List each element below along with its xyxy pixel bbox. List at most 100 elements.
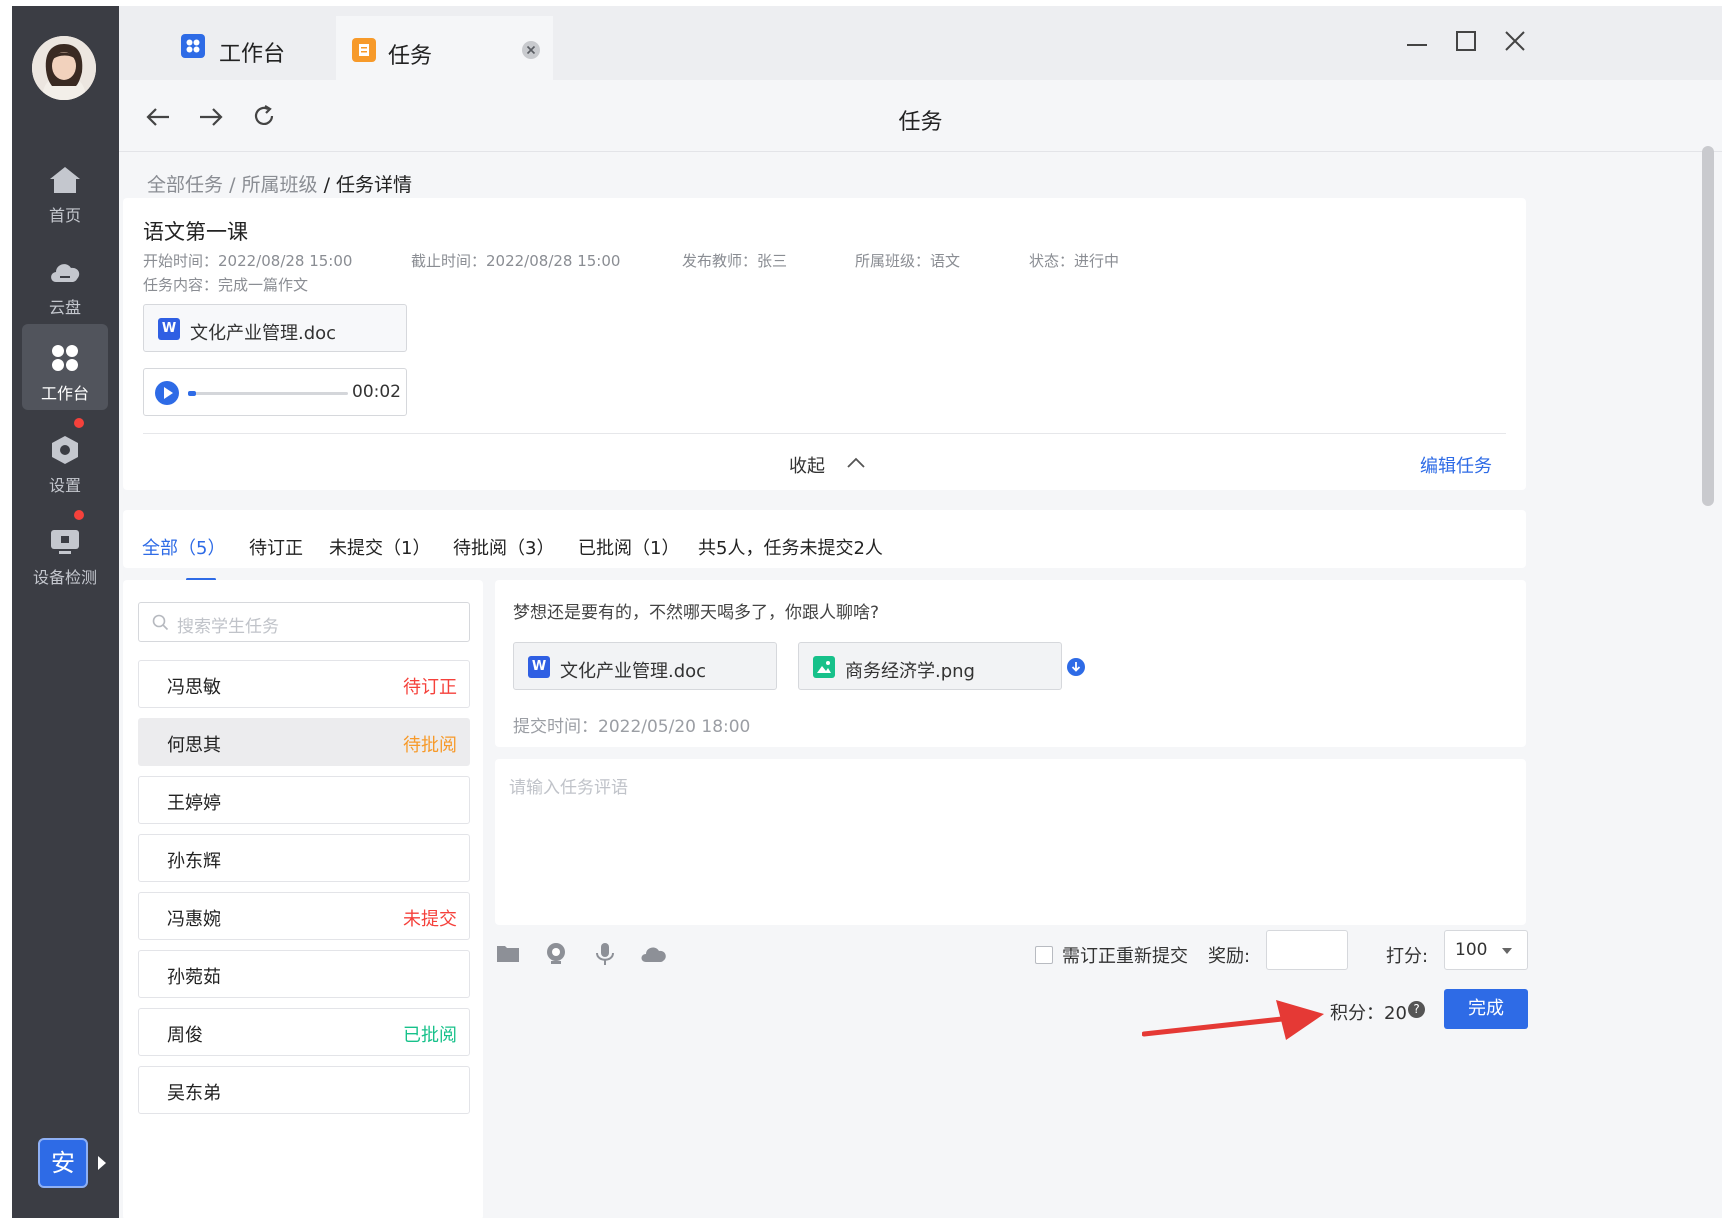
camera-icon[interactable] bbox=[545, 942, 567, 966]
play-icon[interactable] bbox=[155, 381, 179, 405]
reward-input[interactable] bbox=[1266, 930, 1348, 970]
sidebar-item-label: 设备检测 bbox=[32, 568, 97, 587]
student-name: 冯思敏 bbox=[167, 677, 221, 698]
help-icon[interactable]: ? bbox=[1408, 1001, 1425, 1018]
breadcrumb-link[interactable]: 全部任务 bbox=[147, 174, 223, 196]
submission-file[interactable]: W 文化产业管理.doc bbox=[513, 642, 777, 690]
download-icon[interactable] bbox=[1067, 658, 1085, 676]
tab-label: 工作台 bbox=[219, 42, 286, 67]
expand-arrow-icon[interactable] bbox=[98, 1156, 106, 1170]
filter-summary: 共5人，任务未提交2人 bbox=[698, 538, 883, 559]
breadcrumb-separator: / bbox=[323, 174, 330, 196]
page-title: 任务 bbox=[898, 110, 943, 135]
audio-time: 00:02 bbox=[352, 382, 401, 402]
app-window: 首页 云盘 工作台 设置 设备检测 安 工作台 任务 任务 全部任务 / 所属班… bbox=[12, 6, 1722, 1218]
task-icon bbox=[352, 38, 376, 62]
task-teacher: 发布教师：张三 bbox=[682, 252, 788, 270]
sidebar-item-home[interactable]: 首页 bbox=[22, 146, 108, 232]
sidebar-item-label: 首页 bbox=[48, 206, 81, 225]
home-icon bbox=[50, 167, 80, 193]
score-label: 打分: bbox=[1386, 946, 1429, 967]
folder-icon[interactable] bbox=[496, 942, 520, 964]
score-select[interactable]: 100 bbox=[1444, 930, 1528, 970]
workbench-icon bbox=[181, 34, 205, 58]
chevron-down-icon bbox=[1502, 948, 1512, 954]
user-avatar[interactable] bbox=[32, 36, 96, 100]
word-doc-icon: W bbox=[158, 318, 180, 340]
tab-task[interactable]: 任务 bbox=[336, 16, 553, 80]
student-name: 周俊 bbox=[167, 1025, 203, 1046]
attachment-file[interactable]: W 文化产业管理.doc bbox=[143, 304, 407, 352]
points-label: 积分： bbox=[1330, 1003, 1384, 1024]
task-end-time: 截止时间：2022/08/28 15:00 bbox=[411, 252, 621, 270]
student-status: 已批阅 bbox=[403, 1025, 457, 1046]
filter-tab-all[interactable]: 全部（5） bbox=[142, 534, 225, 581]
cloud-icon bbox=[51, 264, 80, 282]
collapse-button[interactable]: 收起 bbox=[789, 452, 865, 478]
breadcrumb-current: 任务详情 bbox=[336, 174, 413, 196]
filter-tab-reviewed[interactable]: 已批阅（1） bbox=[578, 534, 679, 560]
search-placeholder: 搜索学生任务 bbox=[177, 617, 279, 637]
cloud-upload-icon[interactable] bbox=[639, 944, 667, 964]
tab-bar: 工作台 任务 bbox=[119, 6, 1722, 80]
filter-bar: 全部（5） 待订正 未提交（1） 待批阅（3） 已批阅（1） 共5人，任务未提交… bbox=[123, 510, 1526, 581]
student-name: 王婷婷 bbox=[167, 793, 221, 814]
student-row[interactable]: 吴东弟 bbox=[138, 1066, 470, 1114]
sidebar-item-settings[interactable]: 设置 bbox=[22, 416, 108, 502]
scrollbar[interactable] bbox=[1702, 146, 1714, 506]
annotation-arrow bbox=[1142, 1000, 1324, 1040]
student-row[interactable]: 冯惠婉 未提交 bbox=[138, 892, 470, 940]
student-name: 孙东辉 bbox=[167, 851, 221, 872]
file-name: 商务经济学.png bbox=[845, 661, 975, 682]
tab-workbench[interactable]: 工作台 bbox=[149, 16, 329, 80]
score-value: 100 bbox=[1455, 940, 1488, 960]
task-class: 所属班级：语文 bbox=[855, 252, 961, 270]
points-display: 积分：20 bbox=[1330, 999, 1407, 1025]
student-row[interactable]: 孙东辉 bbox=[138, 834, 470, 882]
sidebar-item-label: 设置 bbox=[48, 476, 81, 495]
nav-toolbar: 任务 bbox=[119, 80, 1722, 152]
sidebar-item-workbench[interactable]: 工作台 bbox=[22, 324, 108, 410]
audio-progress[interactable] bbox=[188, 391, 348, 396]
breadcrumb-link[interactable]: 所属班级 bbox=[242, 174, 318, 196]
student-status: 未提交 bbox=[403, 909, 457, 930]
student-row[interactable]: 王婷婷 bbox=[138, 776, 470, 824]
comment-textarea[interactable]: 请输入任务评语 bbox=[495, 759, 1526, 925]
student-status: 待批阅 bbox=[403, 735, 457, 756]
filter-tab-not-submitted[interactable]: 未提交（1） bbox=[329, 534, 430, 560]
search-input[interactable]: 搜索学生任务 bbox=[138, 602, 470, 642]
maximize-icon[interactable] bbox=[1455, 30, 1477, 52]
student-row[interactable]: 何思其 待批阅 bbox=[138, 718, 470, 766]
task-content: 任务内容：完成一篇作文 bbox=[143, 276, 309, 294]
filter-tab-to-correct[interactable]: 待订正 bbox=[249, 534, 303, 560]
tab-close-icon[interactable] bbox=[522, 41, 540, 59]
notification-dot bbox=[74, 510, 84, 520]
microphone-icon[interactable] bbox=[595, 942, 615, 966]
resubmit-label: 需订正重新提交 bbox=[1062, 946, 1188, 967]
edit-task-button[interactable]: 编辑任务 bbox=[1420, 452, 1492, 478]
minimize-icon[interactable] bbox=[1406, 34, 1428, 56]
search-icon bbox=[152, 614, 169, 631]
file-name: 文化产业管理.doc bbox=[190, 323, 337, 344]
tab-label: 任务 bbox=[388, 44, 433, 69]
submission-file[interactable]: 商务经济学.png bbox=[798, 642, 1062, 690]
points-value: 20 bbox=[1384, 1003, 1407, 1024]
student-row[interactable]: 孙菀茹 bbox=[138, 950, 470, 998]
student-name: 吴东弟 bbox=[167, 1083, 221, 1104]
breadcrumb-separator: / bbox=[229, 174, 236, 196]
sidebar-item-device-check[interactable]: 设备检测 bbox=[22, 508, 108, 594]
task-detail-card: 语文第一课 开始时间：2022/08/28 15:00 截止时间：2022/08… bbox=[123, 198, 1526, 490]
sidebar-item-cloud[interactable]: 云盘 bbox=[22, 238, 108, 324]
divider bbox=[143, 433, 1506, 434]
filter-tab-to-review[interactable]: 待批阅（3） bbox=[453, 534, 554, 560]
breadcrumb: 全部任务 / 所属班级 / 任务详情 bbox=[147, 170, 412, 197]
user-badge-button[interactable]: 安 bbox=[38, 1138, 88, 1188]
close-icon[interactable] bbox=[1504, 30, 1526, 52]
resubmit-checkbox[interactable] bbox=[1035, 946, 1053, 964]
student-row[interactable]: 冯思敏 待订正 bbox=[138, 660, 470, 708]
student-row[interactable]: 周俊 已批阅 bbox=[138, 1008, 470, 1056]
done-button[interactable]: 完成 bbox=[1444, 989, 1528, 1029]
device-check-icon bbox=[51, 530, 79, 554]
submission-time: 提交时间：2022/05/20 18:00 bbox=[513, 717, 751, 737]
comment-placeholder: 请输入任务评语 bbox=[509, 778, 628, 798]
